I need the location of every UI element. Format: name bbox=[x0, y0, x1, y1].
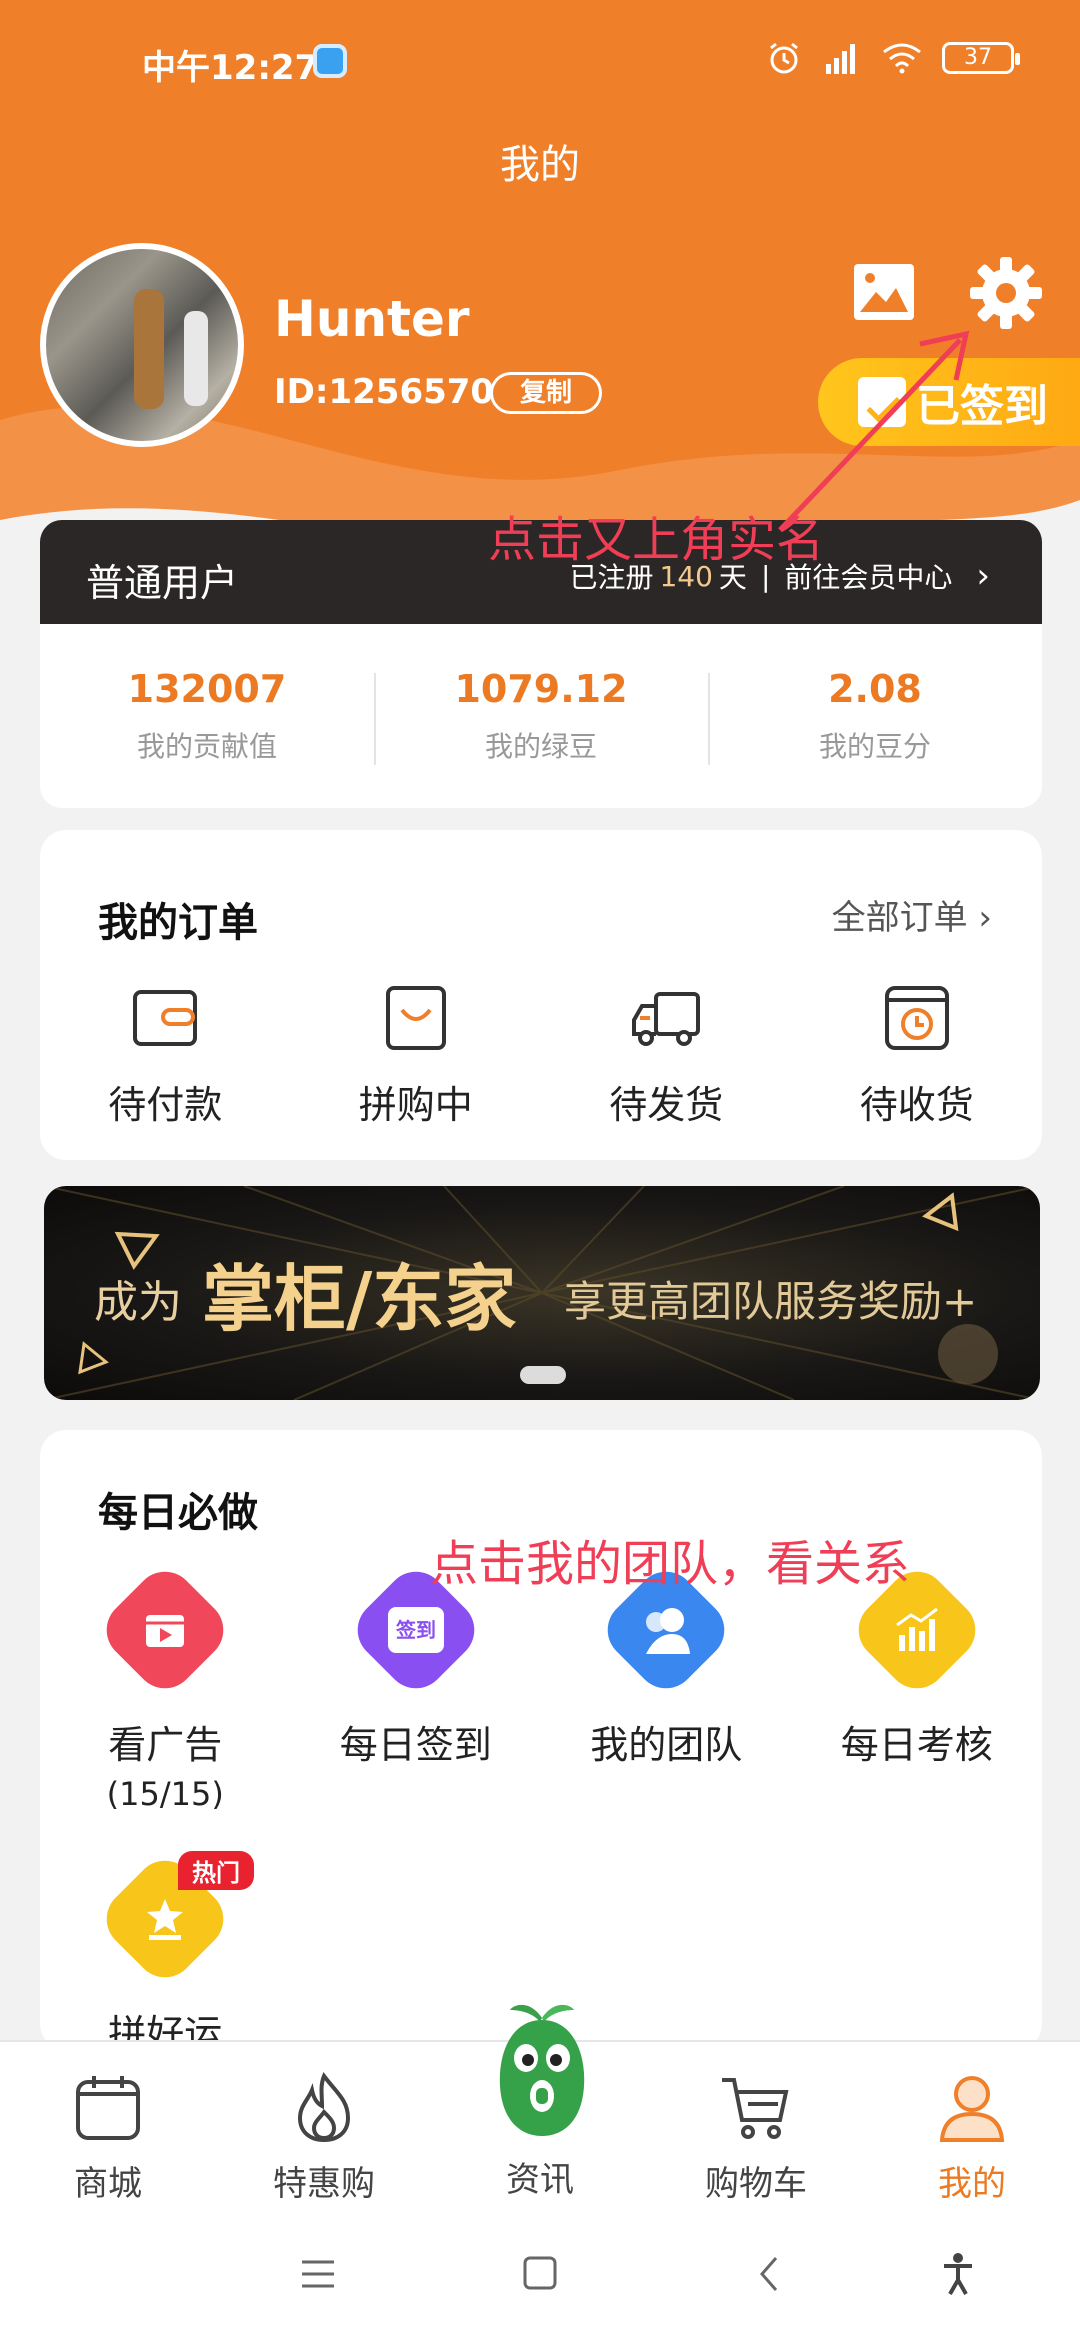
status-bar: 中午12:27 37 bbox=[0, 0, 1080, 120]
sign-in-icon-text: 签到 bbox=[387, 1607, 444, 1653]
stat-bean-points[interactable]: 2.08 我的豆分 bbox=[708, 667, 1042, 765]
nav-label: 资讯 bbox=[506, 2160, 574, 2200]
all-orders-label: 全部订单 bbox=[831, 898, 968, 938]
order-group-buying[interactable]: 拼购中 bbox=[291, 980, 542, 1129]
order-pending-receipt[interactable]: 待收货 bbox=[792, 980, 1043, 1129]
stat-value: 132007 bbox=[127, 667, 287, 711]
chevron-right-icon: › bbox=[976, 556, 990, 596]
stat-value: 2.08 bbox=[828, 667, 922, 711]
user-id: ID:1256570 bbox=[274, 372, 495, 412]
signal-icon bbox=[826, 44, 855, 74]
daily-title: 每日必做 bbox=[98, 1490, 258, 1536]
order-label: 待收货 bbox=[859, 1083, 974, 1127]
banner-page-indicator bbox=[520, 1366, 566, 1384]
nav-label: 特惠购 bbox=[273, 2164, 375, 2204]
wifi-icon bbox=[883, 43, 921, 74]
daily-tasks-card: 每日必做 看广告 (15/15) 签到 每日签到 我的团队 每日考核 热门 拼好… bbox=[40, 1430, 1043, 2056]
all-orders-link[interactable]: 全部订单 › bbox=[832, 890, 992, 939]
daily-label: 每日签到 bbox=[339, 1723, 492, 1767]
banner-suffix: 享更高团队服务奖励+ bbox=[564, 1277, 978, 1326]
wallet-icon bbox=[133, 990, 198, 1046]
order-label: 待发货 bbox=[609, 1083, 724, 1127]
nav-cart[interactable]: 购物车 bbox=[648, 2042, 864, 2210]
stat-contribution[interactable]: 132007 我的贡献值 bbox=[40, 667, 374, 765]
nav-label: 购物车 bbox=[705, 2164, 807, 2204]
stat-label: 我的豆分 bbox=[818, 730, 931, 763]
clock-box-icon bbox=[884, 986, 949, 1050]
back-icon[interactable] bbox=[752, 2250, 788, 2298]
truck-icon bbox=[632, 992, 701, 1046]
app-notification-icon bbox=[313, 44, 347, 78]
daily-sign-in[interactable]: 签到 每日签到 bbox=[291, 1559, 542, 1813]
flame-icon bbox=[297, 2071, 351, 2143]
cart-icon bbox=[722, 2078, 789, 2139]
nav-shop[interactable]: 商城 bbox=[0, 2042, 216, 2210]
stat-label: 我的贡献值 bbox=[136, 730, 277, 763]
system-nav-bar bbox=[0, 2210, 1080, 2340]
gear-icon[interactable] bbox=[968, 255, 1044, 331]
video-icon bbox=[94, 1559, 236, 1701]
order-label: 拼购中 bbox=[358, 1083, 473, 1127]
banner-main: 掌柜/东家 bbox=[202, 1257, 517, 1341]
accessibility-icon[interactable] bbox=[940, 2250, 976, 2298]
battery-indicator: 37 bbox=[942, 42, 1020, 74]
daily-label: 每日考核 bbox=[840, 1723, 993, 1767]
mascot-icon[interactable] bbox=[484, 1996, 600, 2142]
daily-my-team[interactable]: 我的团队 bbox=[541, 1559, 792, 1813]
member-level: 普通用户 bbox=[86, 561, 239, 605]
chevron-right-icon: › bbox=[978, 898, 992, 938]
stat-value: 1079.12 bbox=[454, 667, 628, 711]
daily-assessment[interactable]: 每日考核 bbox=[792, 1559, 1043, 1813]
nav-label: 商城 bbox=[74, 2164, 142, 2204]
menu-icon[interactable] bbox=[300, 2250, 336, 2298]
username: Hunter bbox=[274, 290, 470, 348]
daily-watch-ads[interactable]: 看广告 (15/15) bbox=[40, 1559, 291, 1813]
avatar[interactable] bbox=[40, 243, 244, 447]
annotation-middle: 点击我的团队，看关系 bbox=[430, 1536, 911, 1592]
order-label: 待付款 bbox=[108, 1083, 223, 1127]
daily-good-luck[interactable]: 热门 拼好运 bbox=[40, 1848, 291, 2058]
banner-prefix: 成为 bbox=[94, 1277, 182, 1328]
nav-deals[interactable]: 特惠购 bbox=[216, 2042, 432, 2210]
daily-label: 我的团队 bbox=[590, 1723, 743, 1767]
page-title: 我的 bbox=[500, 142, 580, 188]
orders-card: 我的订单 全部订单 › 待付款 拼购中 待发货 待收货 bbox=[40, 830, 1042, 1160]
orders-title: 我的订单 bbox=[98, 900, 258, 946]
stat-label: 我的绿豆 bbox=[484, 730, 597, 763]
order-pending-shipment[interactable]: 待发货 bbox=[541, 980, 792, 1129]
image-icon[interactable] bbox=[852, 262, 916, 322]
status-time: 中午12:27 bbox=[142, 48, 319, 88]
stat-green-beans[interactable]: 1079.12 我的绿豆 bbox=[374, 667, 708, 765]
annotation-top: 点击又上角实名 bbox=[488, 512, 825, 568]
order-pending-payment[interactable]: 待付款 bbox=[40, 980, 291, 1129]
nav-label: 我的 bbox=[938, 2164, 1006, 2204]
hot-badge: 热门 bbox=[178, 1851, 254, 1890]
daily-label: 看广告 bbox=[108, 1723, 223, 1767]
home-icon[interactable] bbox=[522, 2250, 558, 2298]
alarm-icon bbox=[770, 42, 798, 74]
nav-mine[interactable]: 我的 bbox=[864, 2042, 1080, 2210]
promo-banner[interactable]: 成为 掌柜/东家 享更高团队服务奖励+ bbox=[44, 1186, 1040, 1400]
copy-id-button[interactable]: 复制 bbox=[490, 372, 602, 414]
user-icon bbox=[939, 2076, 1005, 2142]
shop-icon bbox=[76, 2076, 140, 2140]
daily-sub: (15/15) bbox=[106, 1775, 224, 1813]
shopping-bag-icon bbox=[385, 986, 446, 1050]
